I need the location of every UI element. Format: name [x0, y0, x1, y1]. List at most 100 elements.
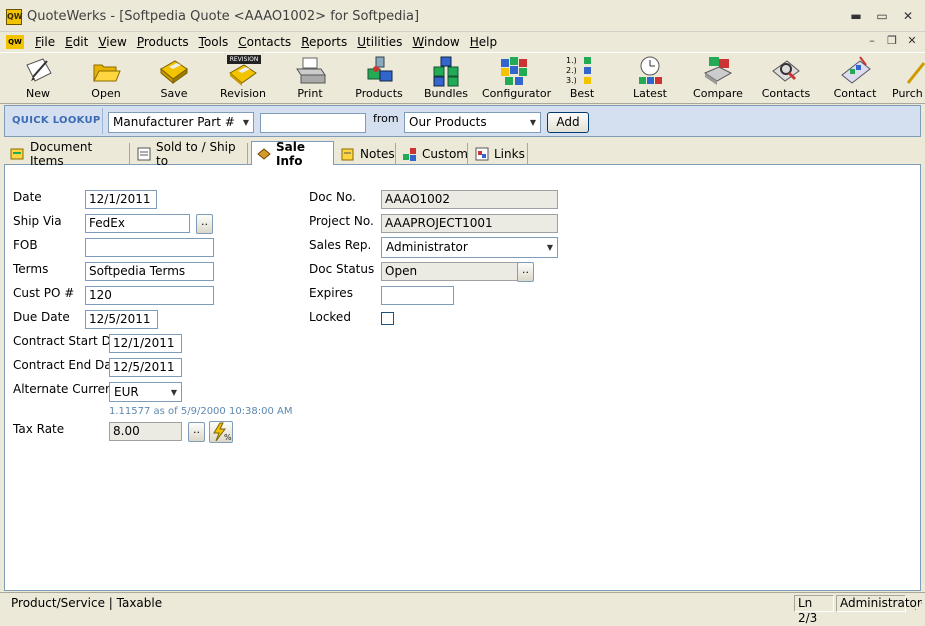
doc-no-label: Doc No. — [309, 190, 356, 204]
maximize-icon[interactable]: ▭ — [871, 7, 893, 25]
cust-po-field[interactable]: 120 — [85, 286, 214, 305]
doc-status-browse-button[interactable]: .. — [517, 262, 534, 282]
contacts-icon — [769, 55, 803, 87]
menu-window[interactable]: Window — [407, 33, 464, 51]
fob-field[interactable] — [85, 238, 214, 257]
menu-products[interactable]: Products — [132, 33, 194, 51]
tab-sold-to-ship-to[interactable]: Sold to / Ship to — [132, 140, 248, 168]
compare-label: Compare — [693, 87, 743, 100]
lookup-divider — [102, 108, 103, 134]
mdi-restore-icon[interactable]: ❐ — [883, 33, 901, 49]
new-document-icon — [21, 55, 55, 87]
tab-sale-info[interactable]: Sale Info — [251, 140, 334, 168]
chevron-down-icon: ▼ — [242, 118, 249, 127]
sale-info-panel: Date 12/1/2011 Ship Via FedEx .. FOB Ter… — [4, 165, 921, 591]
tab-document-items[interactable]: Document Items — [6, 140, 130, 168]
doc-status-field[interactable]: Open — [381, 262, 518, 281]
quick-lookup-label: QUICK LOOKUP — [12, 115, 101, 126]
status-item-type: Product/Service | Taxable — [11, 596, 163, 610]
expires-field[interactable] — [381, 286, 454, 305]
project-no-field[interactable]: AAAPROJECT1001 — [381, 214, 558, 233]
products-button[interactable]: Products — [352, 55, 406, 103]
doc-status-label: Doc Status — [309, 262, 375, 276]
new-button[interactable]: New — [16, 55, 60, 103]
tax-rate-field[interactable]: 8.00 — [109, 422, 182, 441]
document-items-icon — [10, 146, 26, 162]
best-label: Best — [569, 87, 595, 100]
tab-notes-label: Notes — [360, 147, 395, 161]
print-button[interactable]: Print — [288, 55, 332, 103]
configurator-label: Configurator — [482, 87, 552, 100]
menu-file[interactable]: File — [30, 33, 60, 51]
bundles-button[interactable]: Bundles — [422, 55, 470, 103]
ship-via-label: Ship Via — [13, 214, 62, 228]
purchase-button[interactable]: Purch — [892, 55, 925, 103]
tab-custom[interactable]: Custom — [398, 143, 468, 165]
best-button[interactable]: 1.) 2.) 3.) Best — [562, 55, 602, 103]
menu-utilities[interactable]: Utilities — [352, 33, 407, 51]
ship-via-browse-button[interactable]: .. — [196, 214, 213, 234]
menu-contacts[interactable]: Contacts — [233, 33, 296, 51]
revision-button[interactable]: REVISION Revision — [218, 55, 268, 103]
qw-menu-icon[interactable]: QW — [6, 35, 24, 49]
sales-rep-label: Sales Rep. — [309, 238, 372, 252]
mdi-close-icon[interactable]: ✕ — [903, 33, 921, 49]
save-button[interactable]: Save — [152, 55, 196, 103]
quick-lookup-bar: QUICK LOOKUP Manufacturer Part # ▼ from … — [4, 105, 921, 137]
locked-checkbox[interactable] — [381, 312, 394, 325]
due-date-field[interactable]: 12/5/2011 — [85, 310, 158, 329]
compare-button[interactable]: Compare — [692, 55, 744, 103]
chevron-down-icon: ▼ — [170, 388, 177, 397]
terms-field[interactable]: Softpedia Terms — [85, 262, 214, 281]
lookup-search-input[interactable] — [260, 113, 366, 133]
contact-button[interactable]: Contact — [830, 55, 880, 103]
due-date-label: Due Date — [13, 310, 70, 324]
menu-help[interactable]: Help — [465, 33, 502, 51]
printer-icon — [293, 55, 327, 87]
tab-sale-info-label: Sale Info — [276, 140, 305, 168]
ship-via-field[interactable]: FedEx — [85, 214, 190, 233]
contract-end-label: Contract End Date — [13, 358, 124, 372]
menu-tools[interactable]: Tools — [194, 33, 234, 51]
minimize-icon[interactable]: ▬ — [845, 7, 867, 25]
doc-no-field[interactable]: AAAO1002 — [381, 190, 558, 209]
lookup-source-value: Our Products — [409, 115, 487, 129]
terms-label: Terms — [13, 262, 49, 276]
lookup-add-button[interactable]: Add — [547, 112, 589, 133]
configurator-button[interactable]: Configurator — [482, 55, 552, 103]
latest-label: Latest — [633, 87, 667, 100]
svg-text:%: % — [224, 433, 232, 442]
quotewerks-app-icon[interactable]: QW — [6, 9, 23, 25]
tab-sold-to-label: Sold to / Ship to — [156, 140, 236, 168]
tab-links[interactable]: Links — [470, 143, 528, 165]
alternate-currency-select[interactable]: EUR ▼ — [109, 382, 182, 402]
best-list-icon: 1.) 2.) 3.) — [564, 55, 600, 87]
notes-icon — [340, 146, 356, 162]
lookup-field-select[interactable]: Manufacturer Part # ▼ — [108, 112, 254, 133]
project-no-label: Project No. — [309, 214, 374, 228]
mdi-minimize-icon[interactable]: – — [863, 33, 881, 49]
latest-button[interactable]: Latest — [628, 55, 672, 103]
resize-grip-icon[interactable]: ⋰ — [914, 602, 923, 612]
lookup-source-select[interactable]: Our Products ▼ — [404, 112, 541, 133]
compare-icon — [701, 55, 735, 87]
chevron-down-icon: ▼ — [546, 243, 553, 252]
menu-reports[interactable]: Reports — [296, 33, 352, 51]
lightning-percent-icon: % — [213, 422, 232, 442]
main-toolbar: New Open Save REVISION Revision Print Pr… — [0, 52, 925, 104]
contract-start-field[interactable]: 12/1/2011 — [109, 334, 182, 353]
status-user: Administrator — [836, 595, 922, 612]
close-icon[interactable]: ✕ — [897, 7, 919, 25]
menu-view[interactable]: View — [93, 33, 131, 51]
fob-label: FOB — [13, 238, 38, 252]
sales-rep-select[interactable]: Administrator ▼ — [381, 237, 558, 258]
tax-calculate-button[interactable]: % — [209, 421, 233, 443]
contract-end-field[interactable]: 12/5/2011 — [109, 358, 182, 377]
tax-rate-browse-button[interactable]: .. — [188, 422, 205, 442]
open-button[interactable]: Open — [84, 55, 128, 103]
menu-edit[interactable]: Edit — [60, 33, 93, 51]
revision-icon: REVISION — [226, 55, 261, 87]
contacts-button[interactable]: Contacts — [760, 55, 812, 103]
date-field[interactable]: 12/1/2011 — [85, 190, 157, 209]
tab-notes[interactable]: Notes — [336, 143, 396, 165]
